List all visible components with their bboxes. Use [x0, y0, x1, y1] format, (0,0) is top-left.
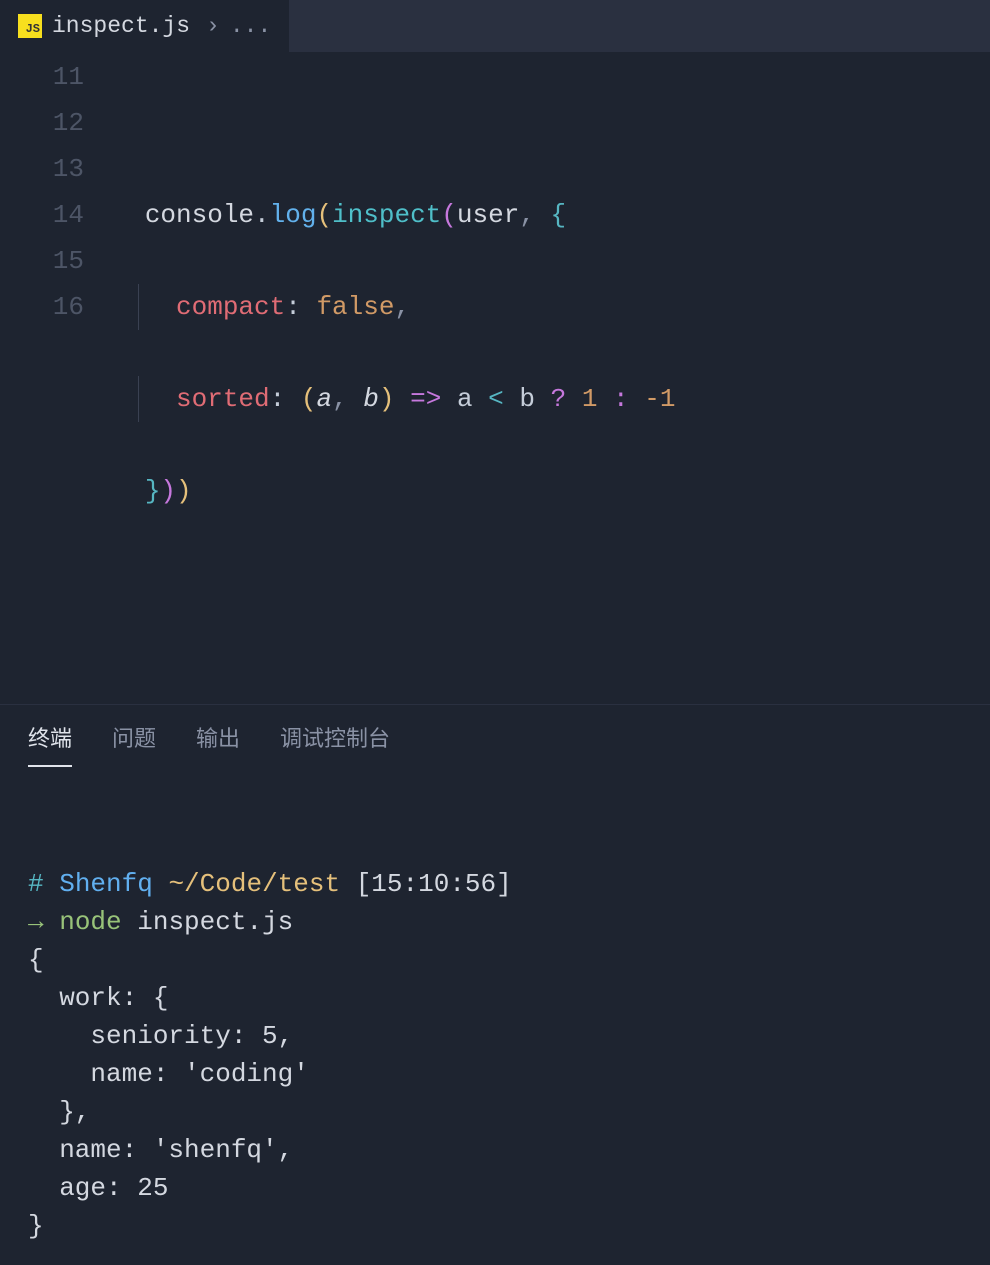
terminal-output-line: },	[28, 1097, 90, 1127]
code-line	[98, 560, 675, 606]
code-line: compact: false,	[98, 284, 675, 330]
file-tab[interactable]: JS inspect.js › ...	[0, 0, 289, 52]
terminal-output-line: name: 'coding'	[28, 1059, 309, 1089]
terminal-content[interactable]: # Shenfq ~/Code/test [15:10:56] → node i…	[0, 767, 990, 1265]
line-number: 16	[0, 284, 84, 330]
tab-problems[interactable]: 问题	[112, 721, 156, 767]
tab-filename: inspect.js	[52, 13, 190, 39]
breadcrumb-separator: ›	[206, 13, 220, 39]
js-file-icon: JS	[18, 14, 42, 38]
tab-output[interactable]: 输出	[196, 721, 240, 767]
panel-tabs: 终端 问题 输出 调试控制台	[0, 704, 990, 767]
code-content[interactable]: console.log(inspect(user, { compact: fal…	[98, 54, 675, 698]
terminal-output-line: {	[28, 945, 44, 975]
code-editor[interactable]: 11 12 13 14 15 16 console.log(inspect(us…	[0, 52, 990, 698]
code-line: console.log(inspect(user, {	[98, 192, 675, 238]
line-number: 12	[0, 100, 84, 146]
terminal-output-line: work: {	[28, 983, 168, 1013]
terminal-output-line: name: 'shenfq',	[28, 1135, 293, 1165]
tab-debug-console[interactable]: 调试控制台	[280, 721, 390, 767]
line-number: 13	[0, 146, 84, 192]
line-number: 15	[0, 238, 84, 284]
terminal-command-line: → node inspect.js	[28, 907, 293, 937]
line-number: 14	[0, 192, 84, 238]
terminal-output-line: }	[28, 1211, 44, 1241]
breadcrumb-ellipsis[interactable]: ...	[230, 13, 271, 39]
line-number: 11	[0, 54, 84, 100]
tab-terminal[interactable]: 终端	[28, 721, 72, 767]
terminal-output-line: age: 25	[28, 1173, 168, 1203]
line-number-gutter: 11 12 13 14 15 16	[0, 54, 98, 698]
terminal-prompt-line: # Shenfq ~/Code/test [15:10:56]	[28, 869, 512, 899]
code-line: sorted: (a, b) => a < b ? 1 : -1	[98, 376, 675, 422]
tab-bar: JS inspect.js › ...	[0, 0, 990, 52]
code-line: }))	[98, 468, 675, 514]
code-line	[98, 100, 675, 146]
terminal-output-line: seniority: 5,	[28, 1021, 293, 1051]
